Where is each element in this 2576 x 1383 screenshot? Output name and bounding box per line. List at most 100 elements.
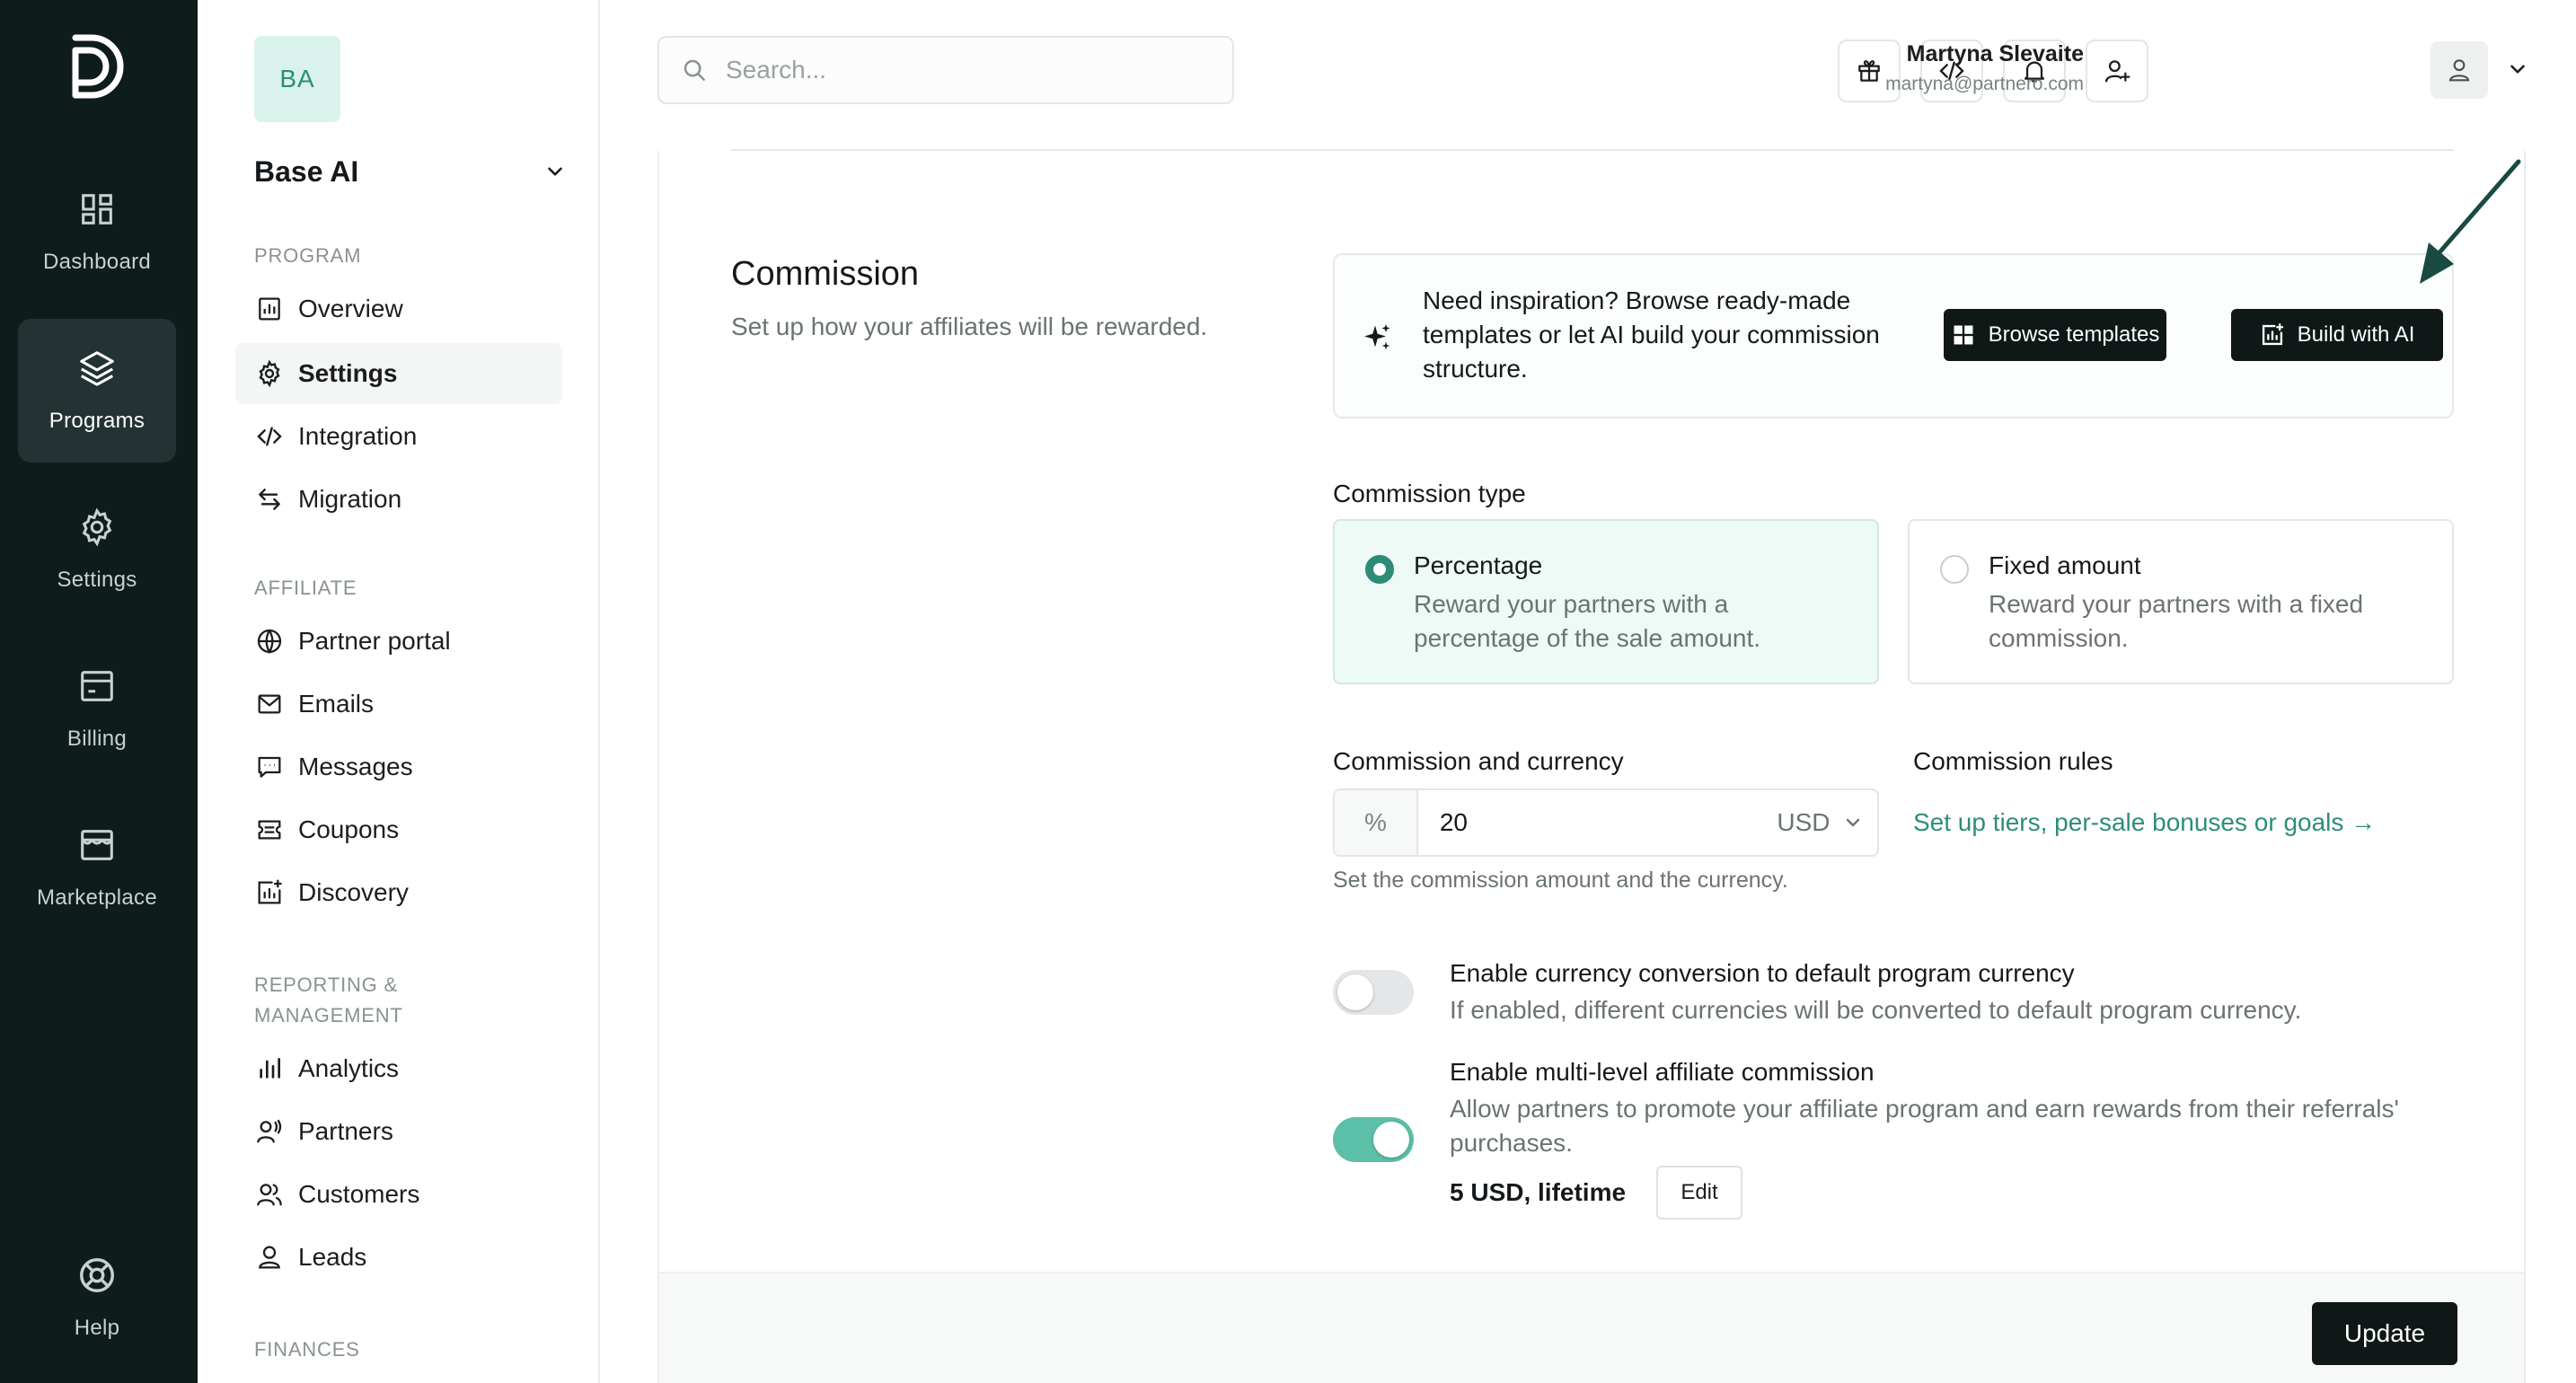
rail-item-programs[interactable]: Programs [18,319,176,462]
sidebar-item-settings[interactable]: Settings [235,343,562,404]
browse-templates-button[interactable]: Browse templates [1944,309,2166,361]
type-option-fixed-amount[interactable]: Fixed amount Reward your partners with a… [1908,519,2454,684]
store-icon [81,830,113,860]
swap-arrows-icon [259,489,280,510]
currency-select[interactable]: USD [1764,790,1877,855]
sidebar-item-label: Coupons [298,815,400,843]
form-footer [659,1272,2524,1383]
currency-conversion-title: Enable currency conversion to default pr… [1450,959,2075,987]
sidebar-item-partners[interactable]: Partners [235,1101,562,1162]
globe-icon [257,629,282,655]
code-icon [257,427,282,446]
rail-item-settings[interactable]: Settings [18,478,176,621]
message-icon [258,756,281,778]
sidebar-item-customers[interactable]: Customers [235,1164,562,1225]
rail-label: Marketplace [36,885,158,910]
commission-amount-input[interactable] [1417,790,1764,855]
overview-icon [259,297,280,321]
type-option-title: Percentage [1414,551,1543,579]
search-icon [684,59,705,81]
section-divider [731,149,2454,151]
search-box[interactable] [657,36,1234,104]
sidebar-item-label: Migration [298,485,402,513]
sparkle-icon [1364,324,1390,350]
commission-rules-link[interactable]: Set up tiers, per-sale bonuses or goals … [1913,808,2376,837]
sidebar-item-label: Partner portal [298,627,451,655]
multi-level-title: Enable multi-level affiliate commission [1450,1058,1875,1086]
toggle-knob [1373,1122,1409,1158]
update-button[interactable]: Update [2312,1302,2457,1365]
dashboard-icon [82,194,112,225]
chevron-down-icon[interactable] [2506,57,2529,81]
gift-icon [1858,60,1880,82]
sidebar-item-analytics[interactable]: Analytics [235,1038,562,1099]
layers-icon [80,351,114,386]
user-avatar[interactable] [2430,41,2488,99]
sidebar-item-integration[interactable]: Integration [235,406,562,467]
type-option-desc: Reward your partners with a percentage o… [1414,590,1761,652]
user-email: martyna@partnero.com [1885,74,2084,94]
sidebar-item-coupons[interactable]: Coupons [235,799,562,860]
rail-label: Dashboard [42,250,152,274]
users-icon [257,1184,282,1206]
sidebar-item-leads[interactable]: Leads [235,1227,562,1288]
org-name: Base AI [254,154,359,188]
org-avatar: BA [254,36,340,122]
rail-item-dashboard[interactable]: Dashboard [18,160,176,304]
commission-type-label: Commission type [1333,480,1526,507]
browse-templates-label: Browse templates [1988,322,2160,347]
type-option-percentage[interactable]: Percentage Reward your partners with a p… [1333,519,1879,684]
sidebar-item-label: Discovery [298,878,409,906]
section-title: Commission [731,255,920,293]
multi-level-value: 5 USD, lifetime [1450,1178,1627,1206]
type-option-title: Fixed amount [1989,551,2141,579]
radio-percentage[interactable] [1365,555,1394,584]
brand-logo-icon[interactable] [68,31,128,102]
sidebar-item-label: Settings [298,359,398,387]
user-name: Martyna Slevaite [1906,41,2084,66]
multi-level-desc: Allow partners to promote your affiliate… [1450,1095,2399,1157]
type-option-desc: Reward your partners with a fixed commis… [1989,590,2364,652]
org-switcher[interactable]: Base AI [254,149,567,194]
search-input[interactable] [726,56,1211,84]
invite-user-button[interactable] [2086,40,2148,102]
sidebar-item-label: Integration [298,422,418,450]
multi-level-toggle[interactable] [1333,1117,1414,1162]
rail-label: Programs [49,409,146,433]
sidebar-item-partner-portal[interactable]: Partner portal [235,611,562,672]
sidebar-item-label: Analytics [298,1054,400,1082]
commission-amount-help: Set the commission amount and the curren… [1333,868,1788,893]
rail-label: Help [74,1316,120,1340]
mail-icon [258,694,281,714]
sidebar-item-emails[interactable]: Emails [235,674,562,735]
edit-multi-level-button[interactable]: Edit [1656,1166,1742,1220]
app-rail: Dashboard Programs Settings Billing Mark… [0,0,198,1383]
section-heading-program: PROGRAM [254,244,362,267]
sidebar-item-label: Messages [298,753,413,780]
lifebuoy-icon [80,1258,114,1292]
sidebar-item-label: Leads [298,1243,367,1271]
annotation-arrow-icon [2420,159,2521,284]
build-with-ai-label: Build with AI [2297,322,2415,347]
section-heading-finances: FINANCES [254,1338,360,1361]
sidebar-item-discovery[interactable]: Discovery [235,862,562,923]
sidebar-item-migration[interactable]: Migration [235,469,562,530]
rail-item-billing[interactable]: Billing [18,637,176,780]
radio-fixed-amount[interactable] [1940,555,1969,584]
program-sidebar: BA Base AI PROGRAM Overview Settings Int… [198,0,600,1383]
rail-item-help[interactable]: Help [18,1226,176,1370]
ai-chart-icon [2262,323,2283,346]
currency-conversion-toggle[interactable] [1333,970,1414,1015]
sidebar-item-label: Emails [298,690,375,718]
commission-rules-label: Commission rules [1913,747,2113,775]
rail-item-marketplace[interactable]: Marketplace [18,796,176,939]
sidebar-item-overview[interactable]: Overview [235,278,562,339]
percent-prefix: % [1335,790,1418,855]
build-with-ai-button[interactable]: Build with AI [2231,309,2443,361]
sidebar-item-label: Overview [298,295,403,322]
user-plus-icon [2104,60,2130,83]
inspiration-text: Need inspiration? Browse ready-made temp… [1423,286,1880,383]
sidebar-item-messages[interactable]: Messages [235,736,562,797]
currency-conversion-desc: If enabled, different currencies will be… [1450,996,2302,1024]
user-icon [2448,59,2470,82]
